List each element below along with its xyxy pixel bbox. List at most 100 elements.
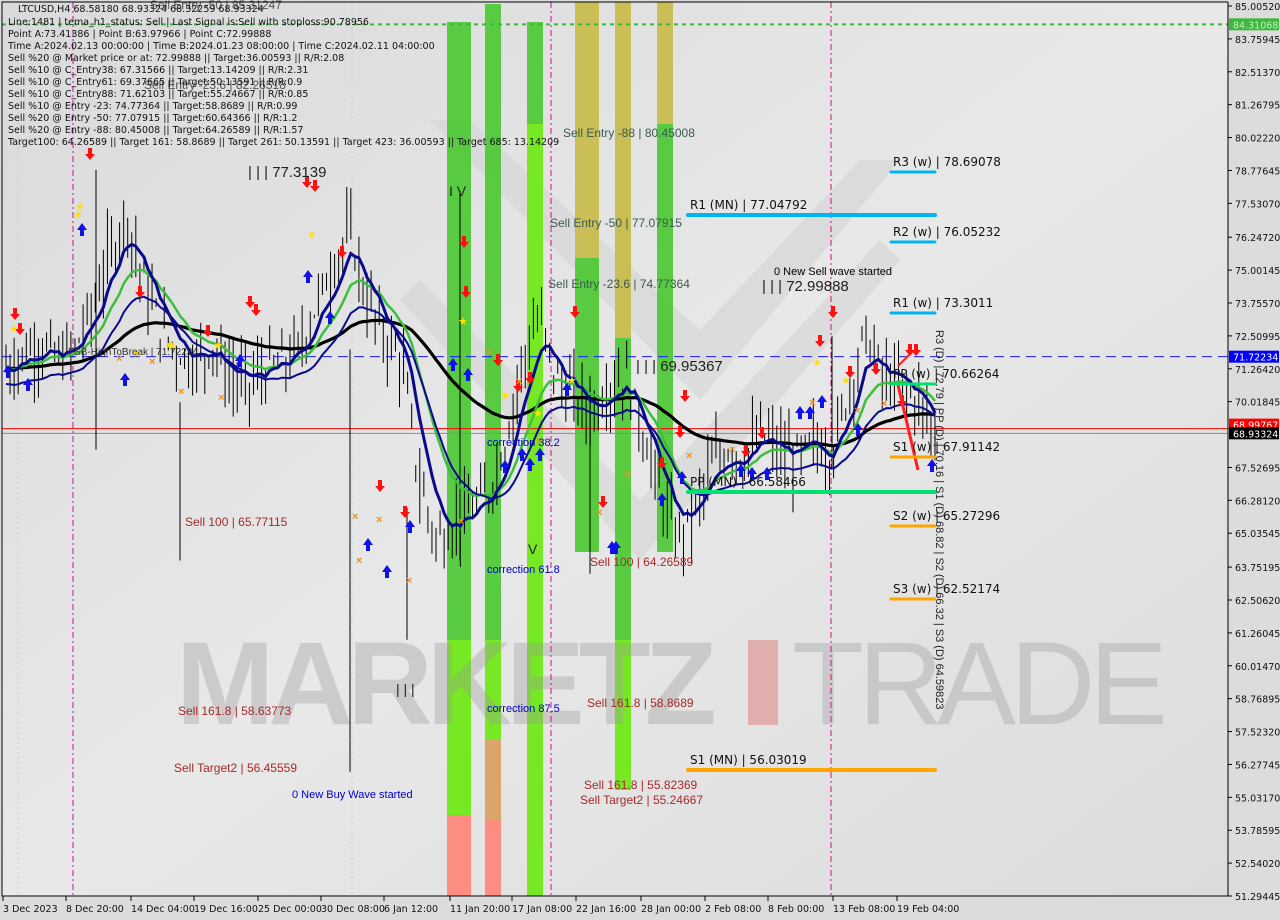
pivot-level-label: R3 (w) | 78.69078 [893,155,1001,169]
cross-icon: × [356,555,362,567]
cross-icon: × [854,405,860,417]
y-tick-label: 85.00520 [1235,2,1280,13]
x-tick-label: 30 Dec 08:00 [321,904,385,915]
info-header: LTCUSD,H4 68.58180 68.93324 68.32259 68.… [18,4,264,15]
watermark-text: MARKETZ [176,618,714,750]
watermark-text: TRADE [792,618,1163,750]
chart-annotation: Sell Entry -88 | 80.45008 [563,126,695,140]
chart-annotation: correction 87.5 [487,703,560,715]
info-line: Sell %20 @ Entry -50: 77.07915 || Target… [8,113,298,124]
x-tick-label: 3 Dec 2023 [3,904,58,915]
zone-bar [527,124,543,896]
chart-annotation: 0 New Sell wave started [774,266,892,278]
zone-bar [485,820,501,896]
cross-icon: × [624,469,630,481]
info-line: Line:1481 | tema_h1_status: Sell | Last … [8,17,369,28]
chart-annotation: Sell 161.8 | 55.82369 [584,778,698,792]
chart-annotation: Sell Target2 | 55.24667 [580,793,703,807]
chart-annotation: correction 38.2 [487,437,560,449]
chart-annotation: | | | [396,681,415,697]
zone-bar [657,2,673,124]
info-line: Point A:73.41386 | Point B:63.97966 | Po… [8,29,272,40]
x-tick-label: 11 Jan 20:00 [450,904,510,915]
star-icon: ★ [213,340,223,352]
chart-annotation: V [528,541,538,557]
x-tick-label: 17 Jan 08:00 [512,904,572,915]
info-line: Sell %20 @ Market price or at: 72.99888 … [8,53,345,64]
cross-icon: × [178,386,184,398]
price-tag-label: 84.31068 [1233,20,1278,31]
cross-icon: × [881,398,887,410]
zone-bar [485,4,501,640]
x-tick-label: 8 Dec 20:00 [66,904,124,915]
chart-annotation: Sell 161.8 | 58.8689 [587,696,694,710]
y-tick-label: 53.78595 [1235,826,1280,837]
pivot-level-label: R1 (MN) | 77.04792 [690,198,807,212]
x-tick-label: 13 Feb 08:00 [833,904,895,915]
cross-icon: × [486,347,492,359]
chart-annotation: Sell 100 | 65.77115 [185,515,288,529]
y-tick-label: 78.77645 [1235,166,1280,177]
y-tick-label: 65.03545 [1235,529,1280,540]
x-tick-label: 6 Jan 12:00 [384,904,438,915]
star-icon: ★ [307,229,317,241]
y-tick-label: 51.29445 [1235,892,1280,903]
y-tick-label: 72.50995 [1235,332,1280,343]
cross-icon: × [516,376,522,388]
chart-annotation: Sell 100 | 64.26589 [590,555,694,569]
zone-bar [447,815,471,896]
cross-icon: × [218,392,224,404]
x-tick-label: 8 Feb 00:00 [768,904,824,915]
y-tick-label: 83.75945 [1235,35,1280,46]
star-icon: ★ [458,316,468,328]
y-tick-label: 81.26795 [1235,101,1280,112]
pivot-level-label: PP (MN) | 66.58466 [690,475,806,489]
pivot-level-label: R1 (w) | 73.3011 [893,296,993,310]
pivot-level-label: S3 (w) | 62.52174 [893,582,1000,596]
chart-annotation: FSB-HighToBreak | 71.72234 [68,347,198,358]
cross-icon: × [729,444,735,456]
y-tick-label: 70.01845 [1235,398,1280,409]
chart-annotation: 0 New Buy Wave started [292,789,413,801]
info-line: Sell %10 @ C_Entry88: 71.62103 || Target… [8,89,309,100]
x-tick-label: 19 Feb 04:00 [897,904,959,915]
star-icon: ★ [500,390,510,402]
info-line: Sell %10 @ Entry -23: 74.77364 || Target… [8,101,298,112]
cross-icon: × [809,397,815,409]
x-tick-label: 25 Dec 00:00 [258,904,322,915]
star-icon: ★ [73,209,83,221]
pivot-level-label: S2 (w) | 65.27296 [893,509,1000,523]
info-line: Sell %20 @ Entry -88: 80.45008 || Target… [8,125,304,136]
cross-icon: × [376,514,382,526]
pivot-level-label: S1 (MN) | 56.03019 [690,753,807,767]
x-tick-label: 28 Jan 00:00 [641,904,701,915]
zone-bar [527,22,543,124]
chart-annotation: correction 61.8 [487,564,560,576]
star-icon: ★ [812,357,822,369]
pivot-level-label: R2 (w) | 76.05232 [893,225,1001,239]
y-tick-label: 75.00145 [1235,266,1280,277]
y-tick-label: 80.02220 [1235,134,1280,145]
y-tick-label: 57.52320 [1235,728,1280,739]
y-tick-label: 76.24720 [1235,233,1280,244]
info-line: Sell %10 @ C_Entry38: 67.31566 || Target… [8,65,309,76]
y-tick-label: 60.01470 [1235,662,1280,673]
price-tag-label: 71.72234 [1233,353,1278,364]
chart-annotation: | | | 69.95367 [636,358,723,375]
y-tick-label: 77.53070 [1235,199,1280,210]
chart-annotation: Sell 161.8 | 58.63773 [178,704,292,718]
chart-annotation: Sell Target2 | 56.45559 [174,761,297,775]
zone-bar [447,22,471,640]
zone-bar [615,338,631,640]
x-tick-label: 14 Dec 04:00 [131,904,195,915]
y-tick-label: 52.54020 [1235,859,1280,870]
y-tick-label: 67.52695 [1235,463,1280,474]
chart-annotation: Sell Entry -50 | 77.07915 [550,216,682,230]
star-icon: ★ [841,375,851,387]
watermark: MARKETZ TRADE [176,618,1169,750]
y-tick-label: 56.27745 [1235,760,1280,771]
cross-icon: × [406,575,412,587]
x-tick-label: 22 Jan 16:00 [576,904,636,915]
info-line: Time A:2024.02.13 00:00:00 | Time B:2024… [8,41,435,52]
y-tick-label: 73.75570 [1235,299,1280,310]
